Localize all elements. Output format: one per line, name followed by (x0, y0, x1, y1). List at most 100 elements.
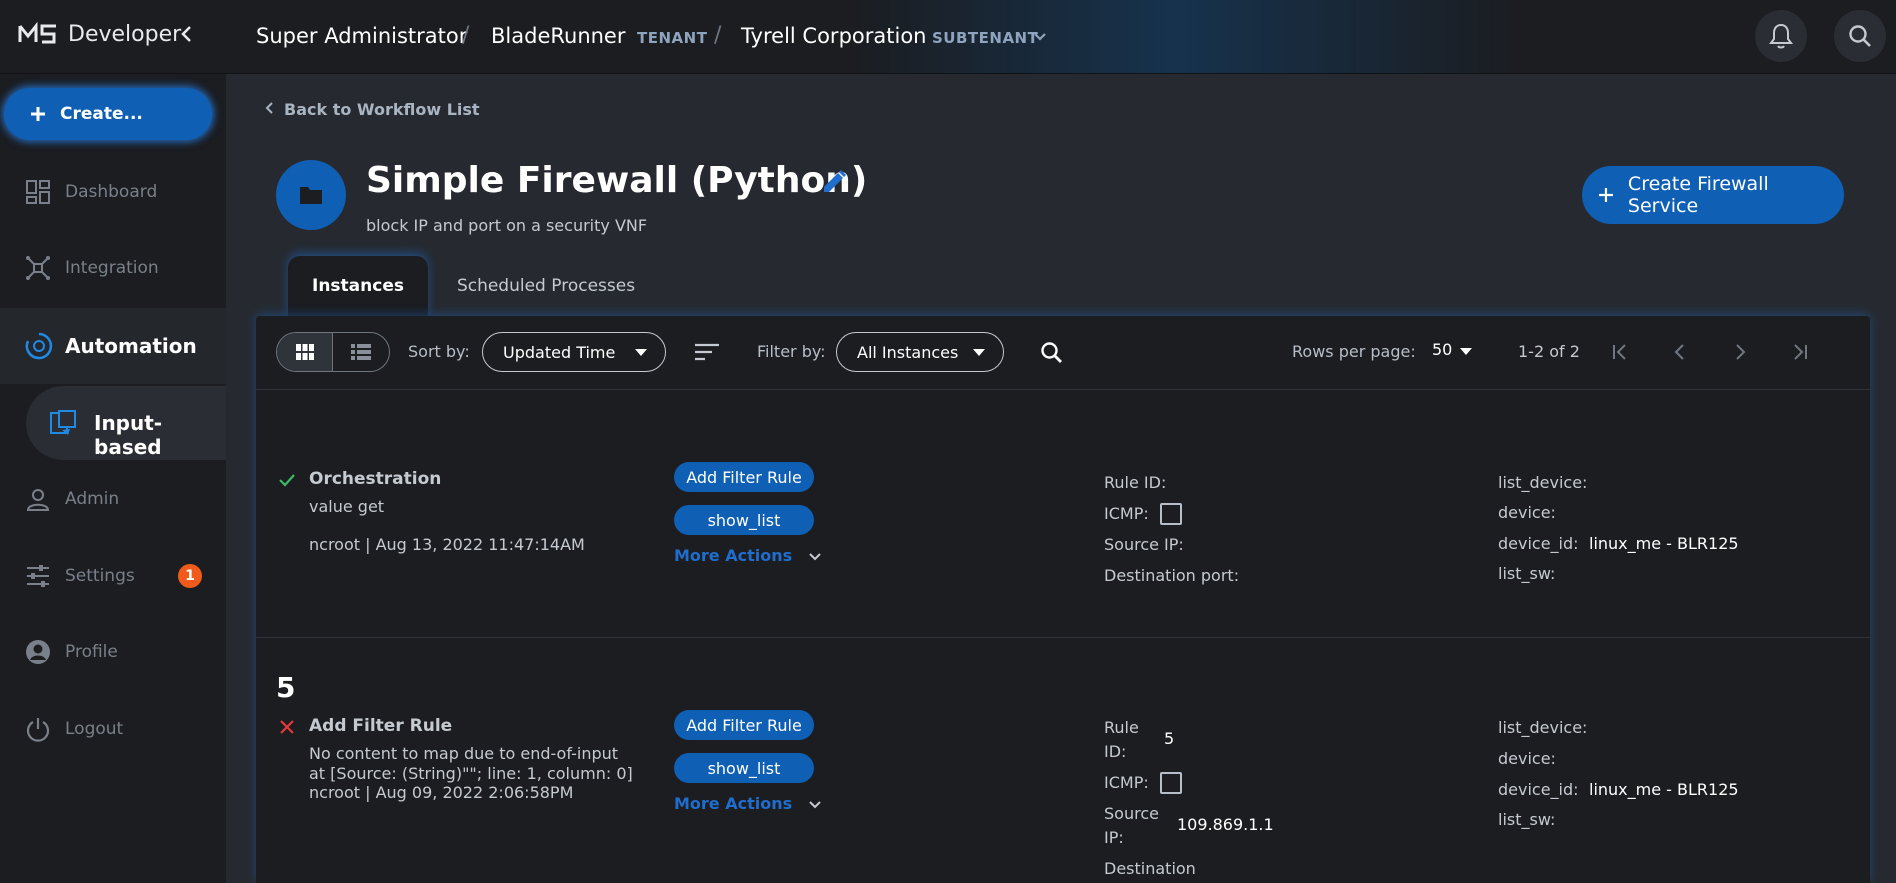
filter-select-value: All Instances (857, 342, 959, 362)
sidebar-item-settings[interactable]: Settings 1 (0, 551, 226, 601)
sort-select-value: Updated Time (503, 342, 616, 362)
subtenant-tag[interactable]: SUBTENANT (932, 29, 1038, 47)
rows-per-page-label: Rows per page: (1292, 342, 1416, 361)
bell-icon (1769, 23, 1793, 49)
breadcrumb-root[interactable]: Super Administrator (256, 24, 467, 48)
icmp-label: ICMP: (1104, 773, 1149, 792)
sort-select[interactable]: Updated Time (482, 332, 666, 372)
plus-icon (1598, 188, 1613, 202)
device-label: device: (1498, 503, 1556, 522)
last-page-icon[interactable] (1788, 340, 1812, 364)
chevron-down-icon[interactable] (1032, 31, 1048, 43)
process-name: Add Filter Rule (309, 716, 453, 736)
back-to-workflow-list-link[interactable]: Back to Workflow List (264, 100, 480, 119)
create-firewall-service-button[interactable]: Create Firewall Service (1582, 166, 1844, 224)
sidebar-item-profile[interactable]: Profile (0, 627, 226, 677)
show-list-button[interactable]: show_list (674, 753, 814, 783)
caret-down-icon (973, 349, 985, 356)
chevron-down-icon (809, 800, 821, 808)
instance-card: 5 Add Filter Rule No content to map due … (256, 639, 1870, 883)
sidebar-item-logout[interactable]: Logout (0, 704, 226, 754)
integration-icon (26, 256, 50, 280)
filter-label: Filter by: (757, 342, 826, 361)
folder-icon (300, 187, 322, 204)
sidebar-item-label: Profile (65, 642, 118, 662)
input-based-icon (50, 410, 76, 435)
create-firewall-service-label: Create Firewall Service (1627, 173, 1769, 217)
source-ip-label: Source (1104, 804, 1159, 823)
main-content: Back to Workflow List Simple Firewall (P… (226, 74, 1896, 883)
show-list-button[interactable]: show_list (674, 505, 814, 535)
more-actions-label: More Actions (674, 794, 793, 813)
process-meta: ncroot | Aug 13, 2022 11:47:14AM (309, 535, 585, 554)
sort-label: Sort by: (408, 342, 470, 361)
top-bar: Developer Super Administrator / BladeRun… (0, 0, 1896, 74)
sidebar-item-label: Integration (65, 258, 159, 278)
instances-toolbar: Sort by: Updated Time Filter by: All Ins… (256, 316, 1870, 390)
source-ip-label: IP: (1104, 828, 1124, 847)
rows-per-page-value[interactable]: 50 (1432, 340, 1452, 359)
sort-direction-icon[interactable] (694, 342, 720, 362)
list-view-button[interactable] (333, 333, 389, 371)
grid-view-button[interactable] (277, 333, 334, 371)
search-icon[interactable] (1039, 340, 1065, 366)
tab-scheduled-processes[interactable]: Scheduled Processes (446, 256, 646, 316)
previous-page-icon[interactable] (1668, 340, 1692, 364)
pencil-icon[interactable] (820, 168, 848, 196)
rule-id-label: ID: (1104, 742, 1127, 761)
search-icon (1849, 25, 1871, 47)
breadcrumb-subtenant[interactable]: Tyrell Corporation (741, 24, 926, 48)
settings-icon (27, 565, 49, 587)
next-page-icon[interactable] (1728, 340, 1752, 364)
list-device-label: list_device: (1498, 718, 1588, 737)
chevron-left-icon[interactable] (176, 22, 196, 46)
filter-select[interactable]: All Instances (836, 332, 1004, 372)
breadcrumb-tenant[interactable]: BladeRunner (491, 24, 626, 48)
icmp-checkbox[interactable] (1160, 772, 1182, 794)
app-name: Developer (68, 22, 182, 47)
add-filter-rule-button[interactable]: Add Filter Rule (674, 710, 814, 740)
chevron-down-icon (809, 552, 821, 560)
list-sw-label: list_sw: (1498, 810, 1556, 829)
process-name: Orchestration (309, 469, 442, 489)
tab-instances[interactable]: Instances (288, 256, 428, 316)
power-icon (26, 718, 50, 742)
first-page-icon[interactable] (1608, 340, 1632, 364)
msa-logo-icon (18, 22, 56, 44)
list-icon (351, 344, 371, 360)
create-button-label: Create... (60, 104, 143, 124)
notifications-button[interactable] (1755, 10, 1807, 62)
sidebar-item-label: Automation (65, 334, 197, 358)
search-button[interactable] (1834, 10, 1886, 62)
instances-panel: Sort by: Updated Time Filter by: All Ins… (256, 316, 1870, 883)
add-filter-rule-button[interactable]: Add Filter Rule (674, 462, 814, 492)
sidebar-item-integration[interactable]: Integration (0, 243, 226, 293)
profile-icon (26, 640, 50, 664)
list-sw-label: list_sw: (1498, 564, 1556, 583)
list-device-label: list_device: (1498, 473, 1588, 492)
source-ip-label: Source IP: (1104, 535, 1184, 554)
caret-down-icon[interactable] (1460, 348, 1472, 355)
device-label: device: (1498, 749, 1556, 768)
sidebar-item-dashboard[interactable]: Dashboard (0, 167, 226, 217)
check-icon (279, 474, 295, 487)
rule-id-label: Rule (1104, 718, 1139, 737)
icmp-checkbox[interactable] (1160, 503, 1182, 525)
page-description: block IP and port on a security VNF (366, 216, 648, 235)
create-button[interactable]: Create... (4, 88, 212, 140)
sidebar-item-automation[interactable]: Automation (0, 308, 226, 384)
device-id-label: device_id: (1498, 780, 1579, 799)
more-actions-button[interactable]: More Actions (674, 546, 822, 565)
rule-id-value: 5 (1164, 729, 1175, 748)
sidebar-subitem-input-based[interactable]: Input-based (26, 386, 226, 460)
instance-id: 5 (276, 671, 296, 704)
sidebar-item-admin[interactable]: Admin (0, 474, 226, 524)
breadcrumb-separator: / (714, 23, 722, 48)
page-title: Simple Firewall (Python) (366, 160, 868, 201)
more-actions-button[interactable]: More Actions (674, 794, 822, 813)
destination-port-label: Destination port: (1104, 566, 1240, 585)
breadcrumb-separator: / (462, 23, 470, 48)
sidebar-item-label: Logout (65, 719, 124, 739)
pagination-info: 1-2 of 2 (1518, 342, 1580, 361)
chevron-left-icon (265, 102, 273, 114)
